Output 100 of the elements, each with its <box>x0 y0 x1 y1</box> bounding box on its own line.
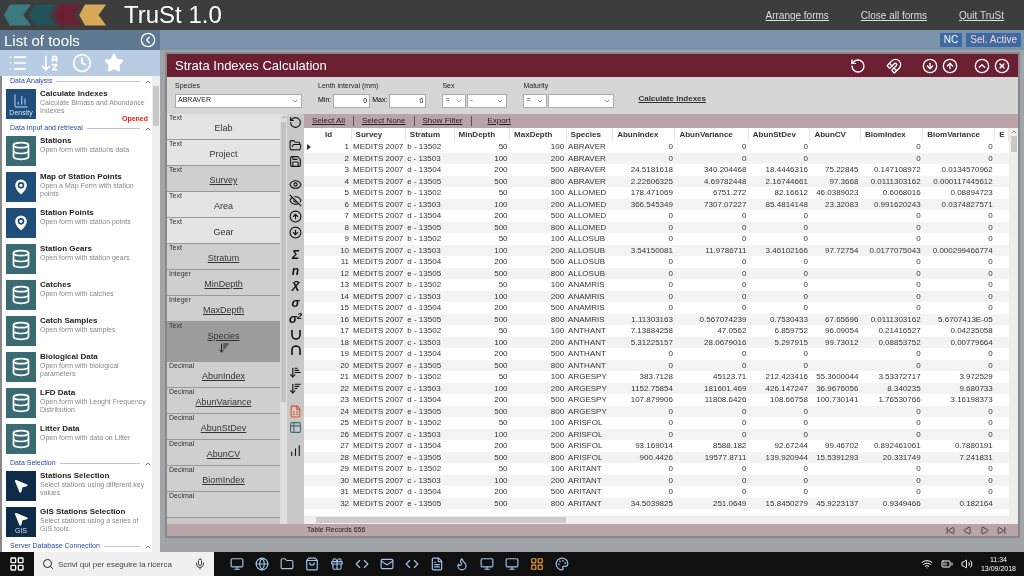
table-cell: 0 <box>988 464 993 474</box>
header-link[interactable]: Close all forms <box>860 7 927 23</box>
search-field[interactable]: Scrivi qui per eseguire la ricerca <box>58 552 194 576</box>
taskbar-app-icon[interactable] <box>530 557 544 571</box>
scrollbar-thumb[interactable] <box>1010 136 1017 152</box>
statistic-button[interactable]: σ$^{2}$ <box>289 313 302 326</box>
table-cell: 1 <box>344 142 350 152</box>
table-cell: MEDITS 2007 <box>353 222 404 232</box>
magnet-icon[interactable] <box>886 57 902 74</box>
taskbar-app-icon[interactable] <box>330 557 344 571</box>
table-cell: MEDITS 2007 <box>353 268 404 278</box>
chart-icon[interactable] <box>289 444 302 457</box>
table-cell: 0 <box>741 257 747 267</box>
minimize-icon[interactable] <box>974 57 990 74</box>
wifi-icon[interactable] <box>920 558 933 570</box>
table-cell: ABRAVER <box>568 142 606 152</box>
statistic-button[interactable]: Σ <box>291 249 300 262</box>
table-cell: 0 <box>916 349 921 359</box>
taskbar-app-icon[interactable] <box>280 557 294 571</box>
table-cell: 500 <box>494 452 508 462</box>
table-cell: 0 <box>741 234 747 244</box>
taskbar-app-icon[interactable] <box>380 557 394 571</box>
table-cell: 0 <box>741 291 747 301</box>
union-icon[interactable] <box>289 329 302 341</box>
table-cell: 0 <box>668 211 673 221</box>
table-cell: 0 <box>741 268 747 278</box>
table-icon[interactable] <box>289 421 302 434</box>
table-cell: 0 <box>988 303 993 313</box>
table-cell: 0 <box>668 303 673 313</box>
table-cell: 0 <box>916 153 921 163</box>
arrow-up-icon[interactable] <box>289 210 302 223</box>
table-cell: 0 <box>988 211 993 221</box>
table-action-link[interactable]: Show Filter <box>422 115 463 127</box>
microphone-icon[interactable] <box>194 558 206 570</box>
table-cell: ARGESPY <box>568 383 607 393</box>
scroll-up-icon[interactable] <box>1009 128 1018 136</box>
table-cell: 3.972529 <box>959 372 993 382</box>
table-cell: 55.3600044 <box>816 372 859 382</box>
sort-descending-icon[interactable] <box>289 382 302 395</box>
taskbar-app-icon[interactable] <box>255 557 269 571</box>
collapse-icon[interactable] <box>140 32 156 48</box>
table-action-link[interactable]: Select None <box>361 115 406 127</box>
taskbar-app-icon[interactable] <box>230 557 244 571</box>
refresh-icon[interactable] <box>289 116 302 129</box>
sort-ascending-icon[interactable] <box>289 366 302 379</box>
intersection-icon[interactable] <box>289 344 302 356</box>
table-cell: 7.13884258 <box>630 326 673 336</box>
table-cell: b - 13502 <box>407 142 442 152</box>
table-cell: 0 <box>741 142 747 152</box>
table-cell: 18.4446316 <box>765 165 808 175</box>
statistic-button[interactable]: n <box>291 265 300 278</box>
taskbar-app-icon[interactable] <box>305 557 319 571</box>
arrow-down-icon[interactable] <box>289 226 302 239</box>
tool-title: Catch Samples <box>40 316 99 326</box>
table-cell: 9.680733 <box>959 383 993 393</box>
search-icon[interactable] <box>42 558 54 570</box>
start-icon[interactable] <box>9 556 25 572</box>
table-action-link[interactable]: Select All <box>312 115 345 127</box>
table-cell: b - 13502 <box>407 372 442 382</box>
table-cell: 0.0374827571 <box>941 199 993 209</box>
table-cell: MEDITS 2007 <box>353 211 404 221</box>
table-cell: ALLOSUB <box>568 245 605 255</box>
taskbar-app-icon[interactable] <box>555 557 569 571</box>
table-cell: 0 <box>988 349 993 359</box>
table-cell: 20 <box>340 360 350 370</box>
table-cell: b - 13502 <box>407 280 442 290</box>
taskbar-app-icon[interactable] <box>405 557 419 571</box>
table-cell: MEDITS 2007 <box>353 257 404 267</box>
taskbar-app-icon[interactable] <box>355 557 369 571</box>
header-link[interactable]: Quit TruSt <box>959 7 1004 23</box>
table-cell: 0 <box>916 303 921 313</box>
taskbar-app-icon[interactable] <box>455 557 469 571</box>
field-name: AbunIndex <box>201 370 245 382</box>
statistic-button[interactable]: X̄ <box>291 281 300 294</box>
scrollbar[interactable] <box>152 76 160 552</box>
eye-off-icon[interactable] <box>289 194 302 207</box>
volume-icon[interactable] <box>960 558 973 570</box>
star-icon[interactable] <box>104 53 124 73</box>
table-cell: 0 <box>988 222 993 232</box>
taskbar-app-icon[interactable] <box>480 557 494 571</box>
close-icon[interactable] <box>994 57 1010 74</box>
last-record-icon[interactable] <box>997 525 1006 535</box>
statistic-button[interactable]: σ <box>291 297 300 310</box>
battery-icon[interactable] <box>940 558 953 570</box>
eye-icon[interactable] <box>289 178 302 191</box>
save-icon[interactable] <box>289 155 302 168</box>
table-cell: 0 <box>668 291 673 301</box>
table-cell: 340.204468 <box>704 165 747 175</box>
taskbar-app-icon[interactable] <box>430 557 444 571</box>
next-record-icon[interactable] <box>980 525 989 535</box>
taskbar-app-icon[interactable] <box>505 557 519 571</box>
header-link[interactable]: Arrange forms <box>765 7 829 23</box>
table-cell: ARGESPY <box>568 395 607 405</box>
calculate-link[interactable]: Calculate Indexes <box>638 93 706 105</box>
folder-icon[interactable] <box>289 139 302 152</box>
table-cell: 0 <box>916 211 921 221</box>
first-record-icon[interactable] <box>946 525 955 535</box>
previous-record-icon[interactable] <box>963 525 972 535</box>
table-action-link[interactable]: Export <box>487 115 511 127</box>
table-cell: 7307.07227 <box>704 199 747 209</box>
